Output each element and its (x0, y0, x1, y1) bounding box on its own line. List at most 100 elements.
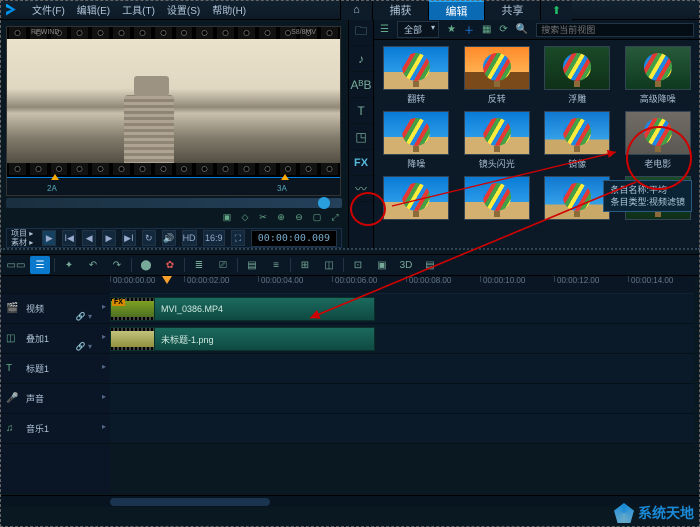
tl-multicam-icon[interactable]: ⊞ (295, 256, 315, 274)
path-tab[interactable]: 〰 (349, 176, 373, 202)
fx-item[interactable]: 镜头闪光 (459, 111, 536, 170)
tl-trackmgr-icon[interactable]: ≡ (266, 256, 286, 274)
video-track[interactable]: FX MVI_0386.MP4 (110, 294, 694, 324)
marker-a[interactable]: 2A (47, 184, 57, 193)
media-library-tab[interactable]: 🗀 (349, 20, 373, 46)
volume-button[interactable]: 🔊 (162, 230, 176, 246)
aspect-toggle[interactable]: 16:9 (203, 230, 225, 246)
fx-thumbnail[interactable] (383, 176, 449, 220)
menu-settings[interactable]: 设置(S) (167, 2, 200, 17)
loop-button[interactable]: ↻ (142, 230, 156, 246)
resize-icon[interactable]: ⤢ (328, 210, 342, 224)
graphics-tab[interactable]: ◳ (349, 124, 373, 150)
zoomout-icon[interactable]: ⊖ (292, 210, 306, 224)
upload-button[interactable]: ⬆ (540, 0, 572, 20)
fx-thumbnail[interactable] (625, 46, 691, 90)
scrubber-knob[interactable] (318, 197, 330, 209)
fx-thumbnail[interactable] (544, 46, 610, 90)
crop-icon[interactable]: ▣ (220, 210, 234, 224)
edit-tab[interactable]: 编辑 (428, 0, 484, 20)
fx-item[interactable]: 老电影 (620, 111, 697, 170)
transition-tab[interactable]: AᴮB (349, 72, 373, 98)
tl-autochapter-icon[interactable]: ≣ (189, 256, 209, 274)
timeline-scrollbar[interactable] (0, 495, 700, 507)
chevron-right-icon[interactable]: ▸ (102, 332, 106, 341)
tl-timeline-view[interactable]: ☰ (30, 256, 50, 274)
music-track[interactable] (110, 414, 694, 444)
split-icon[interactable]: ✂ (256, 210, 270, 224)
menu-help[interactable]: 帮助(H) (212, 2, 246, 17)
fx-item[interactable]: 镜像 (539, 111, 616, 170)
track-header-voice[interactable]: 🎤 声音 ▸ (0, 384, 110, 414)
chevron-right-icon[interactable]: ▸ (102, 422, 106, 431)
video-clip[interactable]: FX MVI_0386.MP4 (110, 297, 375, 321)
home-tab[interactable]: ⌂ (340, 0, 372, 20)
tl-record-button[interactable]: ⬤ (136, 256, 156, 274)
fx-category-combo[interactable]: 全部 (397, 21, 439, 38)
title-track[interactable] (110, 354, 694, 384)
fullscreen-button[interactable]: ⛶ (231, 230, 245, 246)
playhead-icon[interactable] (162, 276, 172, 284)
fx-thumbnail[interactable] (544, 111, 610, 155)
sort-icon[interactable]: ⟳ (499, 24, 507, 35)
tl-3d-icon[interactable]: 3D (396, 256, 416, 274)
audio-tab[interactable]: ♪ (349, 46, 373, 72)
goto-end-button[interactable]: ▶I (122, 230, 136, 246)
timeline-ruler[interactable]: 00:00:00.0000:00:02.0000:00:04.0000:00:0… (110, 276, 694, 294)
fx-thumbnail[interactable] (464, 46, 530, 90)
fx-item[interactable]: 反转 (459, 46, 536, 105)
favorite-icon[interactable]: ★ (447, 24, 456, 35)
timecode-display[interactable]: 00:00:00.009 (251, 230, 337, 247)
tl-proj-fit-icon[interactable]: ▣ (372, 256, 392, 274)
chevron-right-icon[interactable]: ▸ (102, 392, 106, 401)
gallery-icon[interactable]: ☰ (380, 24, 389, 35)
marker-b[interactable]: 3A (277, 184, 287, 193)
fx-thumbnail[interactable] (544, 176, 610, 220)
chevron-right-icon[interactable]: ▸ (102, 362, 106, 371)
fx-item[interactable]: 降噪 (378, 111, 455, 170)
track-link-toggle[interactable]: 🔗 ▾ (76, 312, 92, 321)
source-mode-label[interactable]: 素材 ▸ (11, 238, 36, 247)
share-tab[interactable]: 共享 (484, 0, 540, 20)
add-icon[interactable]: ＋ (464, 22, 474, 37)
fx-item[interactable]: 高级降噪 (620, 46, 697, 105)
hd-toggle[interactable]: HD (182, 230, 197, 246)
goto-start-button[interactable]: I◀ (62, 230, 76, 246)
tl-reframe-icon[interactable]: ◫ (319, 256, 339, 274)
overlay-clip[interactable]: 未标题-1.png (110, 327, 375, 351)
tl-mixer-icon[interactable]: ✿ (160, 256, 180, 274)
tl-tools-icon[interactable]: ✦ (59, 256, 79, 274)
snapshot-icon[interactable]: ▢ (310, 210, 324, 224)
voice-track[interactable] (110, 384, 694, 414)
fx-tab[interactable]: FX (349, 150, 373, 176)
fx-thumbnail[interactable] (464, 111, 530, 155)
menu-edit[interactable]: 编辑(E) (77, 2, 110, 17)
zoomin-icon[interactable]: ⊕ (274, 210, 288, 224)
grid-view-icon[interactable]: ▦ (482, 24, 491, 35)
title-tab[interactable]: T (349, 98, 373, 124)
tl-redo-button[interactable]: ↷ (107, 256, 127, 274)
fx-item[interactable] (378, 176, 455, 222)
fx-thumbnail[interactable] (625, 111, 691, 155)
track-header-overlay[interactable]: ◫ 叠加1 🔗 ▾ ▸ (0, 324, 110, 354)
fx-thumbnail[interactable] (383, 111, 449, 155)
track-header-title[interactable]: T 标题1 ▸ (0, 354, 110, 384)
next-frame-button[interactable]: ▶ (102, 230, 116, 246)
fx-item[interactable]: 翻转 (378, 46, 455, 105)
prev-frame-button[interactable]: ◀ (82, 230, 96, 246)
track-header-music[interactable]: ♫ 音乐1 ▸ (0, 414, 110, 444)
capture-tab[interactable]: 捕获 (372, 0, 428, 20)
scrubber[interactable] (6, 198, 342, 208)
tl-zoom-fit-icon[interactable]: ⊡ (348, 256, 368, 274)
fx-item[interactable]: 浮雕 (539, 46, 616, 105)
fx-search-input[interactable] (536, 23, 694, 37)
play-button[interactable]: ▶ (42, 230, 56, 246)
fx-thumbnail[interactable] (464, 176, 530, 220)
fx-thumbnail[interactable] (383, 46, 449, 90)
fx-item[interactable] (459, 176, 536, 222)
menu-file[interactable]: 文件(F) (32, 2, 65, 17)
tl-storyboard-view[interactable]: ▭▭ (6, 256, 26, 274)
menu-tools[interactable]: 工具(T) (122, 2, 155, 17)
track-link-toggle[interactable]: 🔗 ▾ (76, 342, 92, 351)
tl-settings-icon[interactable]: ▤ (420, 256, 440, 274)
